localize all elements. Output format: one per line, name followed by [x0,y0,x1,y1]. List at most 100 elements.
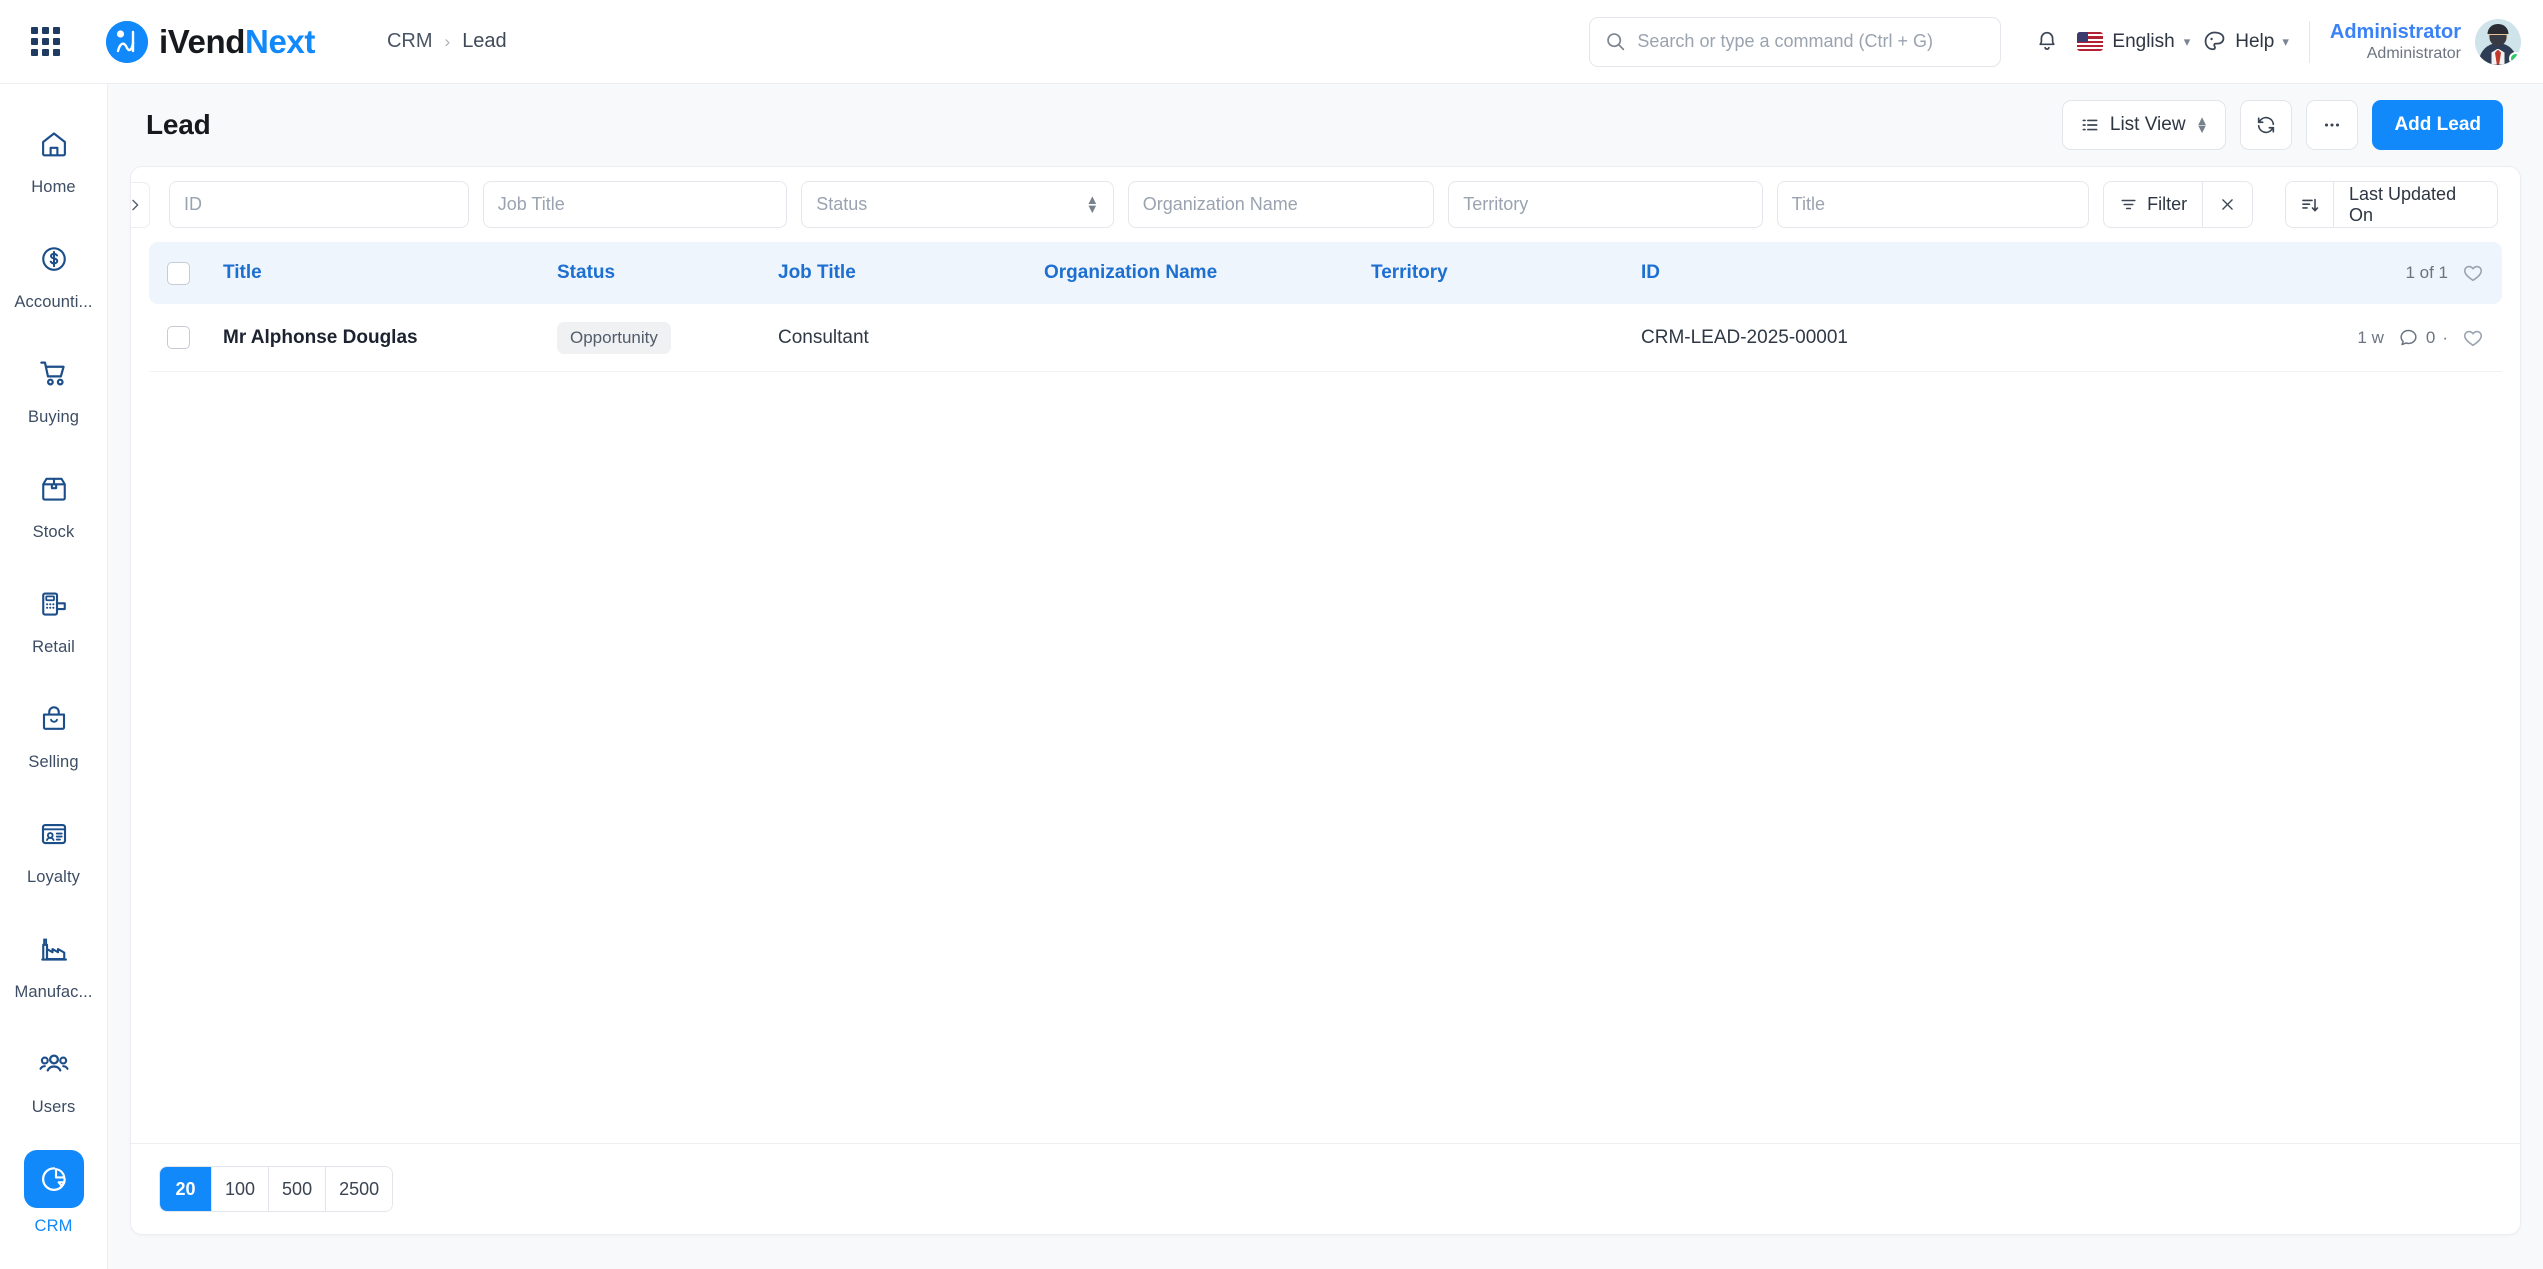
sidebar-label: Home [31,177,76,196]
filter-status-select[interactable]: Status ▲ ▼ [801,181,1114,228]
id-card-icon [22,809,86,859]
table-row[interactable]: Mr Alphonse Douglas Opportunity Consulta… [149,304,2502,372]
filter-status-value: Status [816,194,868,214]
page-header: Lead List View ▲ ▼ Add Lead [108,84,2543,166]
sort-group: Last Updated On [2285,181,2498,228]
status-badge: Opportunity [557,321,671,354]
meta-separator: · [2442,327,2448,347]
bell-icon [2039,31,2056,50]
clear-filter-button[interactable] [2203,181,2254,228]
comment-count-value: 0 [2425,327,2436,347]
palette-icon [2204,31,2225,51]
sidebar-item-manufacturing[interactable]: Manufac... [0,905,107,1020]
sidebar-label: CRM [34,1216,73,1235]
user-meta: Administrator Administrator [2330,20,2461,64]
page-size-20[interactable]: 20 [160,1167,211,1211]
column-header-territory[interactable]: Territory [1371,262,1641,284]
chevron-updown-icon: ▲ ▼ [2195,112,2209,136]
sidebar-item-retail[interactable]: Retail [0,560,107,675]
filter-organization-input[interactable] [1127,181,1435,228]
sidebar-item-selling[interactable]: Selling [0,675,107,790]
list-view-switcher[interactable]: List View ▲ ▼ [2061,100,2227,150]
column-header-id[interactable]: ID [1641,262,2405,284]
cell-id: CRM-LEAD-2025-00001 [1641,326,1848,348]
filter-group: Filter [2103,181,2254,228]
table-header-right: 1 of 1 [2405,262,2484,284]
sidebar-item-users[interactable]: Users [0,1020,107,1135]
dollar-circle-icon [22,234,86,284]
breadcrumb-item-lead[interactable]: Lead [462,30,507,53]
filter-title-input[interactable] [1776,181,2090,228]
shopping-cart-icon [22,349,86,399]
sidebar-expand-toggle[interactable] [131,181,150,228]
header-divider [2308,20,2310,63]
brand-name-second: Next [245,22,315,60]
last-modified: 1 w [2357,327,2384,347]
brand-logo[interactable]: iVendNext [106,20,315,63]
column-header-title[interactable]: Title [223,262,557,284]
sidebar-item-buying[interactable]: Buying [0,330,107,445]
user-menu[interactable]: Administrator Administrator [2330,18,2521,65]
sort-field-button[interactable]: Last Updated On [2334,181,2498,228]
sidebar-label: Retail [32,637,75,656]
filter-button[interactable]: Filter [2103,181,2204,228]
sidebar-item-stock[interactable]: Stock [0,445,107,560]
more-options-button[interactable] [2306,100,2359,150]
table-header-row: Title Status Job Title Organization Name… [149,242,2502,304]
filter-job-title-input[interactable] [482,181,788,228]
row-select-cell [167,326,223,349]
select-all-checkbox[interactable] [167,261,190,285]
heart-icon[interactable] [2462,327,2484,349]
column-header-organization-name[interactable]: Organization Name [1044,262,1371,284]
add-lead-button[interactable]: Add Lead [2372,100,2503,150]
cell-job-title: Consultant [778,326,869,348]
users-group-icon [22,1039,86,1089]
pos-terminal-icon [22,579,86,629]
sort-direction-button[interactable] [2285,181,2334,228]
sidebar-label: Users [31,1097,76,1116]
presence-indicator [2509,51,2521,65]
sidebar-label: Manufac... [14,982,93,1001]
help-menu[interactable]: Help ▾ [2202,29,2289,54]
row-meta: 1 w 0 · [2357,327,2484,349]
chevron-right-icon [132,199,139,210]
sidebar-item-loyalty[interactable]: Loyalty [0,790,107,905]
page-size-2500[interactable]: 2500 [325,1167,393,1211]
table-body: Mr Alphonse Douglas Opportunity Consulta… [131,304,2520,1143]
comment-count[interactable]: 0 · [2398,327,2448,348]
page-size-selector: 20 100 500 2500 [159,1166,394,1212]
filter-territory-input[interactable] [1448,181,1763,228]
sidebar-label: Loyalty [27,867,80,886]
search-placeholder: Search or type a command (Ctrl + G) [1637,31,1934,51]
breadcrumb-item-crm[interactable]: CRM [387,30,433,53]
sidebar-item-crm[interactable]: CRM [0,1135,107,1250]
refresh-button[interactable] [2240,100,2293,150]
page-size-500[interactable]: 500 [268,1167,326,1211]
apps-grid-button[interactable] [22,19,68,65]
sidebar-label: Selling [28,752,79,771]
page-size-100[interactable]: 100 [211,1167,269,1211]
sidebar-item-home[interactable]: Home [0,100,107,215]
row-checkbox[interactable] [167,326,190,349]
sidebar-item-accounting[interactable]: Accounti... [0,215,107,330]
heart-icon[interactable] [2462,262,2484,284]
language-selector[interactable]: English ▾ [2077,31,2190,53]
help-label: Help [2235,30,2275,52]
ellipsis-icon [2325,123,2340,127]
sidebar-label: Stock [32,522,75,541]
search-input[interactable]: Search or type a command (Ctrl + G) [1589,16,2002,67]
column-header-status[interactable]: Status [557,262,778,284]
filter-id-input[interactable] [169,181,469,228]
column-header-job-title[interactable]: Job Title [778,262,1044,284]
avatar[interactable] [2475,18,2521,65]
card-footer: 20 100 500 2500 [131,1143,2520,1234]
grid-apps-icon [30,27,60,56]
breadcrumb: CRM › Lead [387,30,507,53]
filter-icon [2121,199,2136,210]
notifications-button[interactable] [2023,18,2071,66]
shopping-bag-icon [22,694,86,744]
list-view-label: List View [2109,114,2186,135]
cell-title[interactable]: Mr Alphonse Douglas [223,327,557,349]
result-count: 1 of 1 [2405,263,2448,282]
user-name: Administrator [2329,20,2461,43]
